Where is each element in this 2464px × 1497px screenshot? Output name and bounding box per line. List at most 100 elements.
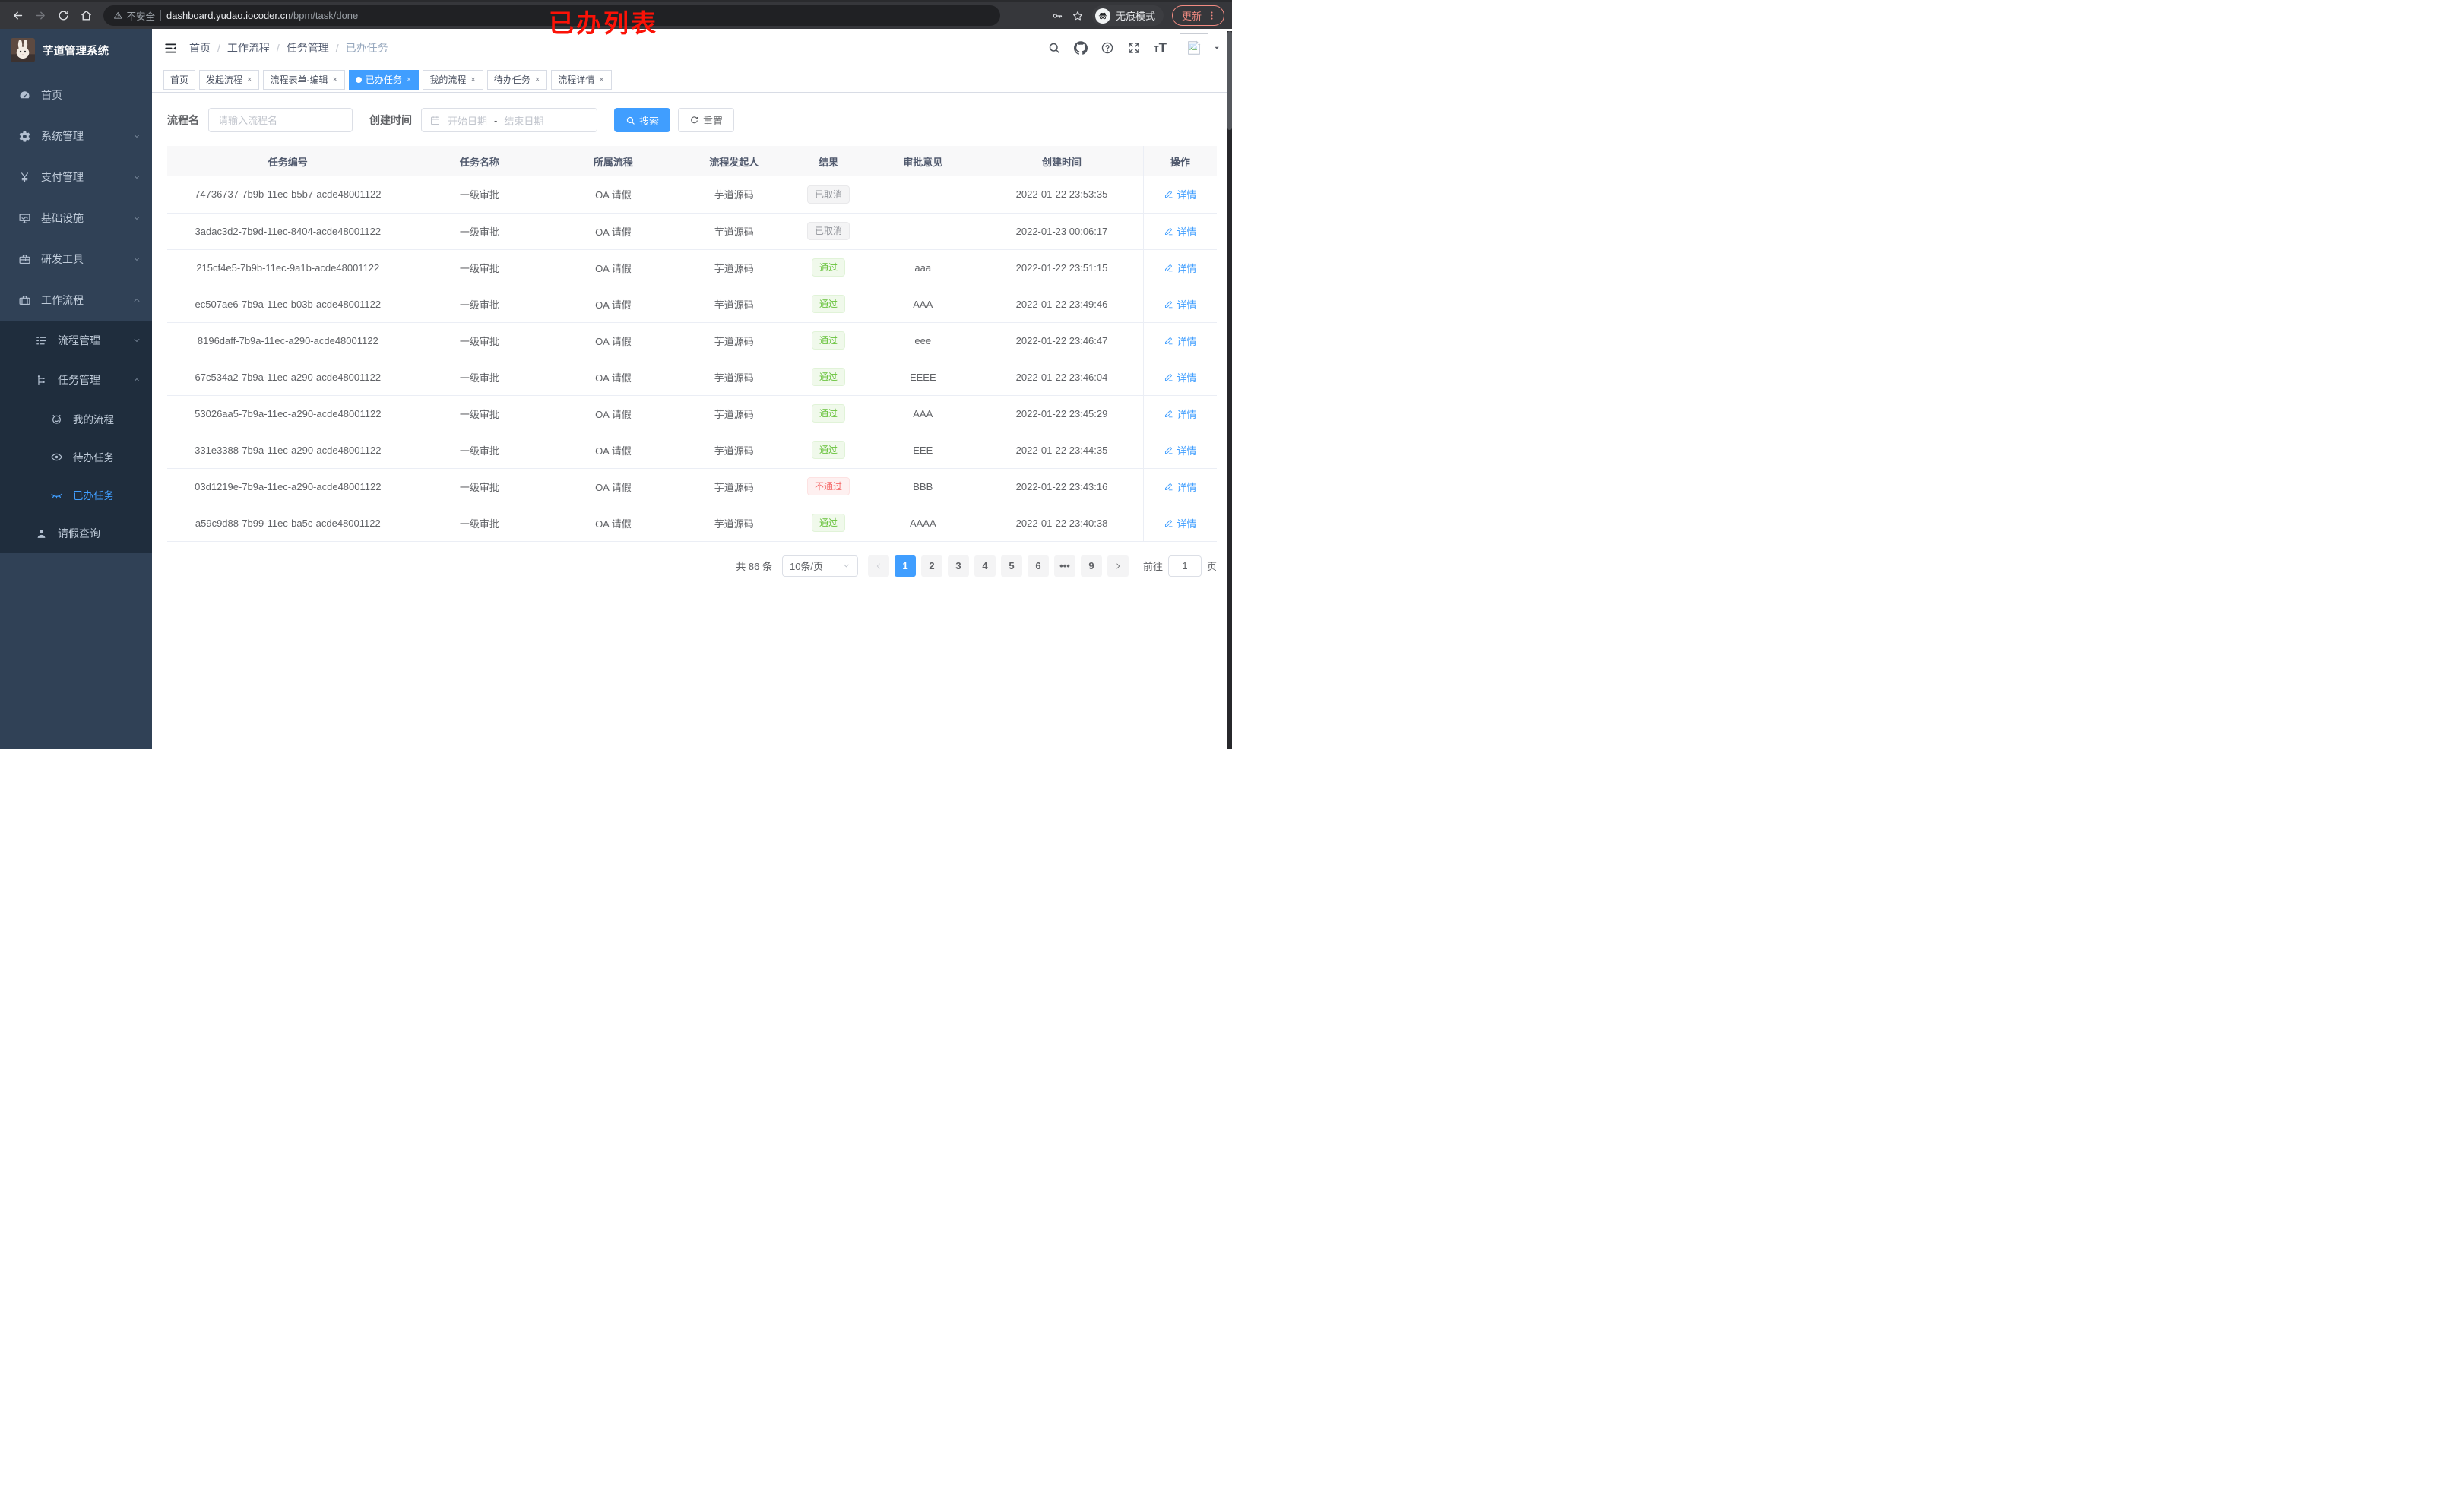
- close-icon[interactable]: ×: [470, 75, 476, 84]
- sidebar-item-dev-tools[interactable]: 研发工具: [0, 239, 152, 280]
- tab-label: 发起流程: [206, 74, 243, 85]
- sidebar-item-home[interactable]: 首页: [0, 74, 152, 116]
- page-button[interactable]: 4: [974, 555, 996, 577]
- result-badge: 通过: [811, 404, 845, 423]
- tab-todo-tasks[interactable]: 待办任务 ×: [486, 69, 548, 90]
- browser-update-button[interactable]: 更新: [1171, 5, 1224, 26]
- window-scrollbar[interactable]: [1227, 31, 1232, 748]
- security-status[interactable]: 不安全: [113, 8, 155, 23]
- sidebar-item-process-management[interactable]: 流程管理: [0, 321, 152, 360]
- close-icon[interactable]: ×: [598, 75, 604, 84]
- detail-link[interactable]: 详情: [1164, 187, 1196, 201]
- font-size-icon[interactable]: TT: [1154, 40, 1167, 55]
- sidebar-item-label: 支付管理: [41, 171, 84, 183]
- user-avatar-menu[interactable]: [1180, 33, 1221, 62]
- tab-home[interactable]: 首页: [163, 69, 196, 90]
- detail-link[interactable]: 详情: [1164, 297, 1196, 312]
- cell-task-name: 一级审批: [408, 176, 551, 214]
- page-button[interactable]: 3: [947, 555, 969, 577]
- page-button[interactable]: 1: [894, 555, 916, 577]
- detail-link[interactable]: 详情: [1164, 334, 1196, 348]
- cell-process-starter: 芋道源码: [676, 432, 792, 469]
- cell-create-time: 2022-01-22 23:44:35: [980, 432, 1144, 469]
- sidebar-item-done-tasks[interactable]: 已办任务: [0, 476, 152, 514]
- process-name-input[interactable]: [208, 108, 353, 132]
- sidebar-item-task-management[interactable]: 任务管理: [0, 360, 152, 400]
- logo-row[interactable]: 芋道管理系统: [0, 29, 152, 71]
- cell-create-time: 2022-01-22 23:46:47: [980, 322, 1144, 359]
- tab-done-tasks[interactable]: 已办任务 ×: [348, 69, 420, 90]
- tab-start-process[interactable]: 发起流程 ×: [199, 69, 260, 90]
- cell-task-id: 53026aa5-7b9a-11ec-a290-acde48001122: [167, 395, 409, 432]
- sidebar-item-system-management[interactable]: 系统管理: [0, 116, 152, 157]
- eye-closed-icon: [47, 489, 65, 502]
- page-button[interactable]: 2: [920, 555, 942, 577]
- close-icon[interactable]: ×: [331, 75, 337, 84]
- result-badge: 通过: [811, 258, 845, 277]
- tab-process-detail[interactable]: 流程详情 ×: [551, 69, 612, 90]
- incognito-icon: [1094, 8, 1110, 24]
- detail-link[interactable]: 详情: [1164, 261, 1196, 275]
- next-page-button[interactable]: [1107, 555, 1129, 577]
- detail-link[interactable]: 详情: [1164, 370, 1196, 385]
- sidebar-item-label: 已办任务: [73, 490, 114, 502]
- more-pages-button[interactable]: •••: [1053, 555, 1075, 577]
- tab-my-process[interactable]: 我的流程 ×: [423, 69, 483, 90]
- close-icon[interactable]: ×: [534, 75, 540, 84]
- reset-button[interactable]: 重置: [678, 108, 735, 132]
- detail-link[interactable]: 详情: [1164, 516, 1196, 530]
- close-icon[interactable]: ×: [246, 75, 252, 84]
- cell-task-name: 一级审批: [408, 395, 551, 432]
- page-button[interactable]: 5: [1000, 555, 1022, 577]
- page-size-select[interactable]: 10条/页: [781, 555, 858, 577]
- help-icon[interactable]: [1101, 41, 1114, 55]
- browser-reload-button[interactable]: [53, 6, 73, 26]
- search-button[interactable]: 搜索: [614, 108, 671, 132]
- submenu-workflow: 流程管理 任务管理 我的流程 待办任务已办任务请假查询: [0, 321, 152, 553]
- breadcrumb-item[interactable]: 任务管理: [287, 40, 329, 55]
- goto-page-input[interactable]: [1167, 555, 1202, 577]
- scrollbar-thumb[interactable]: [1227, 31, 1232, 130]
- fullscreen-icon[interactable]: [1127, 41, 1141, 55]
- cell-process-starter: 芋道源码: [676, 395, 792, 432]
- result-badge: 通过: [811, 331, 845, 350]
- key-icon[interactable]: [1051, 10, 1063, 22]
- browser-forward-button[interactable]: [30, 6, 50, 26]
- detail-link[interactable]: 详情: [1164, 407, 1196, 421]
- breadcrumb-item[interactable]: 工作流程: [227, 40, 270, 55]
- result-badge: 已取消: [806, 222, 850, 240]
- close-icon[interactable]: ×: [406, 75, 412, 84]
- breadcrumb-item[interactable]: 首页: [189, 40, 211, 55]
- date-range-picker[interactable]: 开始日期 - 结束日期: [421, 108, 597, 132]
- sidebar-item-payment-management[interactable]: 支付管理: [0, 157, 152, 198]
- chevron-down-icon: [842, 562, 850, 570]
- tab-form-edit[interactable]: 流程表单-编辑 ×: [263, 69, 345, 90]
- cell-create-time: 2022-01-22 23:40:38: [980, 505, 1144, 542]
- detail-link[interactable]: 详情: [1164, 443, 1196, 457]
- prev-page-button[interactable]: [867, 555, 889, 577]
- sidebar-item-leave-query[interactable]: 请假查询: [0, 514, 152, 553]
- yen-icon: [15, 171, 33, 184]
- sidebar-item-my-process[interactable]: 我的流程: [0, 400, 152, 438]
- browser-toolbar: 不安全 dashboard.yudao.iocoder.cn/bpm/task/…: [0, 0, 1232, 37]
- github-icon[interactable]: [1073, 41, 1088, 55]
- sidebar-fold-icon[interactable]: [163, 41, 178, 55]
- cell-actions: 详情: [1142, 249, 1217, 286]
- sidebar-item-workflow[interactable]: 工作流程: [0, 280, 152, 321]
- search-icon[interactable]: [1047, 41, 1061, 55]
- detail-link[interactable]: 详情: [1164, 479, 1196, 494]
- gear-icon: [15, 130, 33, 143]
- page-button[interactable]: 9: [1080, 555, 1102, 577]
- cell-process-name: OA 请假: [550, 432, 676, 469]
- tags-view: 首页 发起流程 × 流程表单-编辑 × 已办任务 × 我的流程 × 待办任务 × 流程详情 ×: [152, 67, 1232, 93]
- sidebar-item-infrastructure[interactable]: 基础设施: [0, 198, 152, 239]
- browser-home-button[interactable]: [76, 6, 96, 26]
- sidebar-item-todo-tasks[interactable]: 待办任务: [0, 438, 152, 476]
- detail-link[interactable]: 详情: [1164, 224, 1196, 239]
- page-button[interactable]: 6: [1027, 555, 1049, 577]
- browser-back-button[interactable]: [8, 6, 27, 26]
- cell-actions: 详情: [1142, 395, 1217, 432]
- bookmark-star-icon[interactable]: [1072, 10, 1084, 22]
- detail-link-label: 详情: [1177, 299, 1197, 311]
- kebab-menu-icon[interactable]: [1206, 10, 1218, 21]
